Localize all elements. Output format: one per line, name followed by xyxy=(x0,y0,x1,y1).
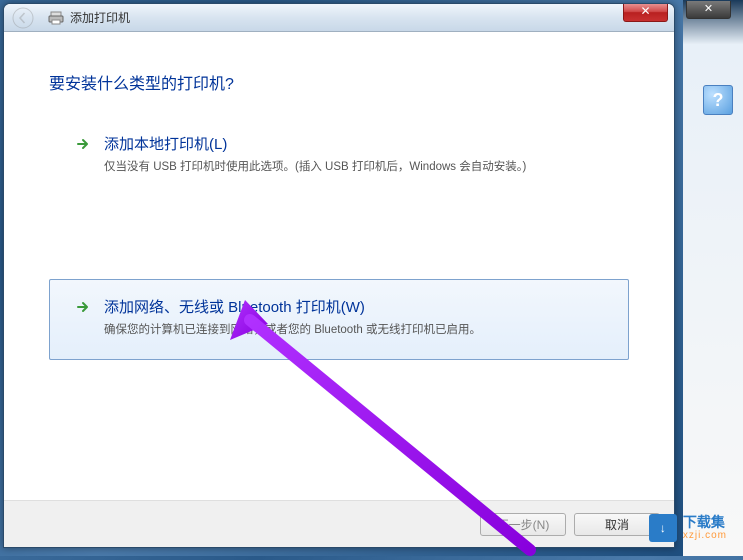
titlebar: 添加打印机 ✕ xyxy=(4,4,674,32)
window-title: 添加打印机 xyxy=(70,9,130,26)
option-add-local-printer[interactable]: 添加本地打印机(L) 仅当没有 USB 打印机时使用此选项。(插入 USB 打印… xyxy=(61,120,617,189)
dialog-content: 要安装什么类型的打印机? 添加本地打印机(L) 仅当没有 USB 打印机时使用此… xyxy=(4,32,674,500)
arrow-icon xyxy=(76,136,96,155)
watermark: ↓ 下载集 xzji.com xyxy=(649,514,727,542)
option-local-title: 添加本地打印机(L) xyxy=(104,133,602,154)
bg-help-button[interactable]: ? xyxy=(703,85,733,115)
add-printer-dialog: 添加打印机 ✕ 要安装什么类型的打印机? 添加本地打印机(L) 仅当没有 USB… xyxy=(3,3,675,548)
back-arrow-icon xyxy=(12,7,34,29)
watermark-url: xzji.com xyxy=(683,531,727,541)
option-network-desc: 确保您的计算机已连接到网络，或者您的 Bluetooth 或无线打印机已启用。 xyxy=(104,321,606,337)
next-button: 下一步(N) xyxy=(480,513,566,536)
dialog-footer: 下一步(N) 取消 xyxy=(4,500,674,548)
bg-close-button[interactable]: ✕ xyxy=(686,1,731,19)
option-local-desc: 仅当没有 USB 打印机时使用此选项。(插入 USB 打印机后，Windows … xyxy=(104,158,602,174)
arrow-icon xyxy=(76,299,96,318)
close-button[interactable]: ✕ xyxy=(623,4,668,22)
cancel-button[interactable]: 取消 xyxy=(574,513,660,536)
option-network-title: 添加网络、无线或 Bluetooth 打印机(W) xyxy=(104,296,606,317)
background-window: ✕ ? xyxy=(683,0,743,556)
option-add-network-printer[interactable]: 添加网络、无线或 Bluetooth 打印机(W) 确保您的计算机已连接到网络，… xyxy=(49,279,629,360)
back-button xyxy=(10,6,36,30)
watermark-logo-icon: ↓ xyxy=(649,514,677,542)
page-heading: 要安装什么类型的打印机? xyxy=(49,70,629,94)
watermark-name: 下载集 xyxy=(683,515,727,529)
printer-icon xyxy=(48,10,64,26)
